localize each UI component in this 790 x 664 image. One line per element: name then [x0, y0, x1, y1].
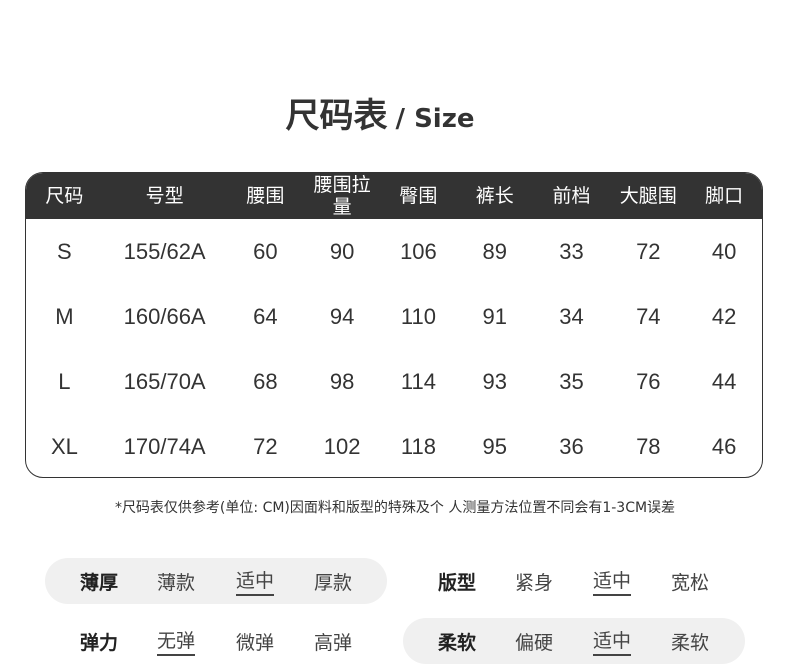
attribute-fit: 版型 紧身 适中 宽松	[395, 558, 790, 604]
cell: M	[55, 303, 74, 329]
header-thigh: 大腿围	[619, 185, 677, 207]
cell: 60	[253, 238, 278, 264]
cell: 95	[482, 433, 507, 459]
header-model: 号型	[145, 185, 184, 207]
cell: 114	[400, 368, 436, 394]
table-row: S 155/62A 60 90 106 89 33 72 40	[26, 219, 762, 284]
cell: 170/74A	[123, 433, 206, 459]
page-title: 尺码表 / Size	[0, 88, 760, 137]
softness-option-medium-wrap: 适中	[593, 618, 632, 664]
header-hip: 臀围	[399, 185, 438, 207]
cell: 94	[329, 303, 355, 329]
cell: 91	[482, 303, 507, 329]
cell: 155/62A	[123, 238, 206, 264]
elasticity-option-none-wrap: 无弹	[157, 618, 196, 664]
fit-label: 版型	[438, 571, 477, 594]
title-main: 尺码表	[285, 96, 388, 136]
elasticity-option-none: 无弹	[157, 626, 196, 656]
fit-option-tight: 紧身	[515, 571, 554, 594]
table-header: 尺码 号型 腰围 腰围拉量 臀围 裤长 前档 大腿围 脚口	[26, 173, 762, 219]
header-hem: 脚口	[705, 185, 744, 207]
cell: XL	[50, 433, 78, 459]
fit-option-regular-wrap: 适中	[593, 558, 632, 604]
header-waist: 腰围	[246, 185, 285, 207]
attribute-softness: 柔软 偏硬 适中 柔软	[395, 618, 790, 664]
cell: 102	[323, 433, 361, 459]
cell: 46	[711, 433, 737, 459]
cell: S	[57, 238, 72, 264]
table-row: XL 170/74A 72 102 118 95 36 78 46	[26, 414, 762, 477]
cell: 98	[329, 368, 355, 394]
fit-option-loose: 宽松	[671, 571, 710, 594]
cell: 34	[559, 303, 584, 329]
cell: L	[58, 368, 71, 394]
cell: 33	[559, 238, 584, 264]
cell: 89	[482, 238, 507, 264]
elasticity-label: 弹力	[80, 631, 119, 654]
cell: 165/70A	[123, 368, 206, 394]
softness-option-medium: 适中	[593, 626, 632, 656]
softness-label: 柔软	[438, 631, 477, 654]
cell: 118	[400, 433, 436, 459]
cell: 90	[329, 238, 355, 264]
cell: 68	[253, 368, 278, 394]
cell: 35	[559, 368, 584, 394]
cell: 72	[636, 238, 661, 264]
thickness-option-thin: 薄款	[157, 571, 196, 594]
fit-option-regular: 适中	[593, 566, 632, 596]
header-waist-stretch: 腰围拉量	[313, 174, 371, 218]
cell: 72	[253, 433, 278, 459]
cell: 93	[482, 368, 507, 394]
cell: 78	[636, 433, 661, 459]
header-length: 裤长	[475, 185, 514, 207]
softness-option-soft: 柔软	[671, 631, 710, 654]
size-table: 尺码 号型 腰围 腰围拉量 臀围 裤长 前档 大腿围 脚口 S 155/62A …	[25, 172, 763, 478]
header-front-rise: 前档	[552, 185, 591, 207]
header-size: 尺码	[45, 185, 84, 207]
cell: 110	[400, 303, 436, 329]
cell: 160/66A	[123, 303, 206, 329]
title-sub: / Size	[395, 104, 475, 134]
cell: 40	[711, 238, 737, 264]
table-row: M 160/66A 64 94 110 91 34 74 42	[26, 284, 762, 349]
cell: 42	[711, 303, 737, 329]
table-row: L 165/70A 68 98 114 93 35 76 44	[26, 349, 762, 414]
attribute-thickness: 薄厚 薄款 适中 厚款	[0, 558, 395, 604]
size-note: *尺码表仅供参考(单位: CM)因面料和版型的特殊及个 人测量方法位置不同会有1…	[114, 500, 676, 516]
cell: 74	[636, 303, 661, 329]
thickness-label: 薄厚	[80, 571, 119, 594]
thickness-option-medium: 适中	[236, 566, 275, 596]
softness-option-firm: 偏硬	[515, 631, 554, 654]
cell: 106	[400, 238, 437, 264]
cell: 64	[253, 303, 278, 329]
cell: 44	[711, 368, 737, 394]
elasticity-option-high: 高弹	[314, 631, 353, 654]
elasticity-option-slight: 微弹	[236, 631, 275, 654]
cell: 76	[636, 368, 661, 394]
cell: 36	[559, 433, 584, 459]
thickness-option-thick: 厚款	[314, 571, 353, 594]
attribute-elasticity: 弹力 无弹 微弹 高弹	[0, 618, 395, 664]
thickness-option-medium-wrap: 适中	[236, 558, 275, 604]
